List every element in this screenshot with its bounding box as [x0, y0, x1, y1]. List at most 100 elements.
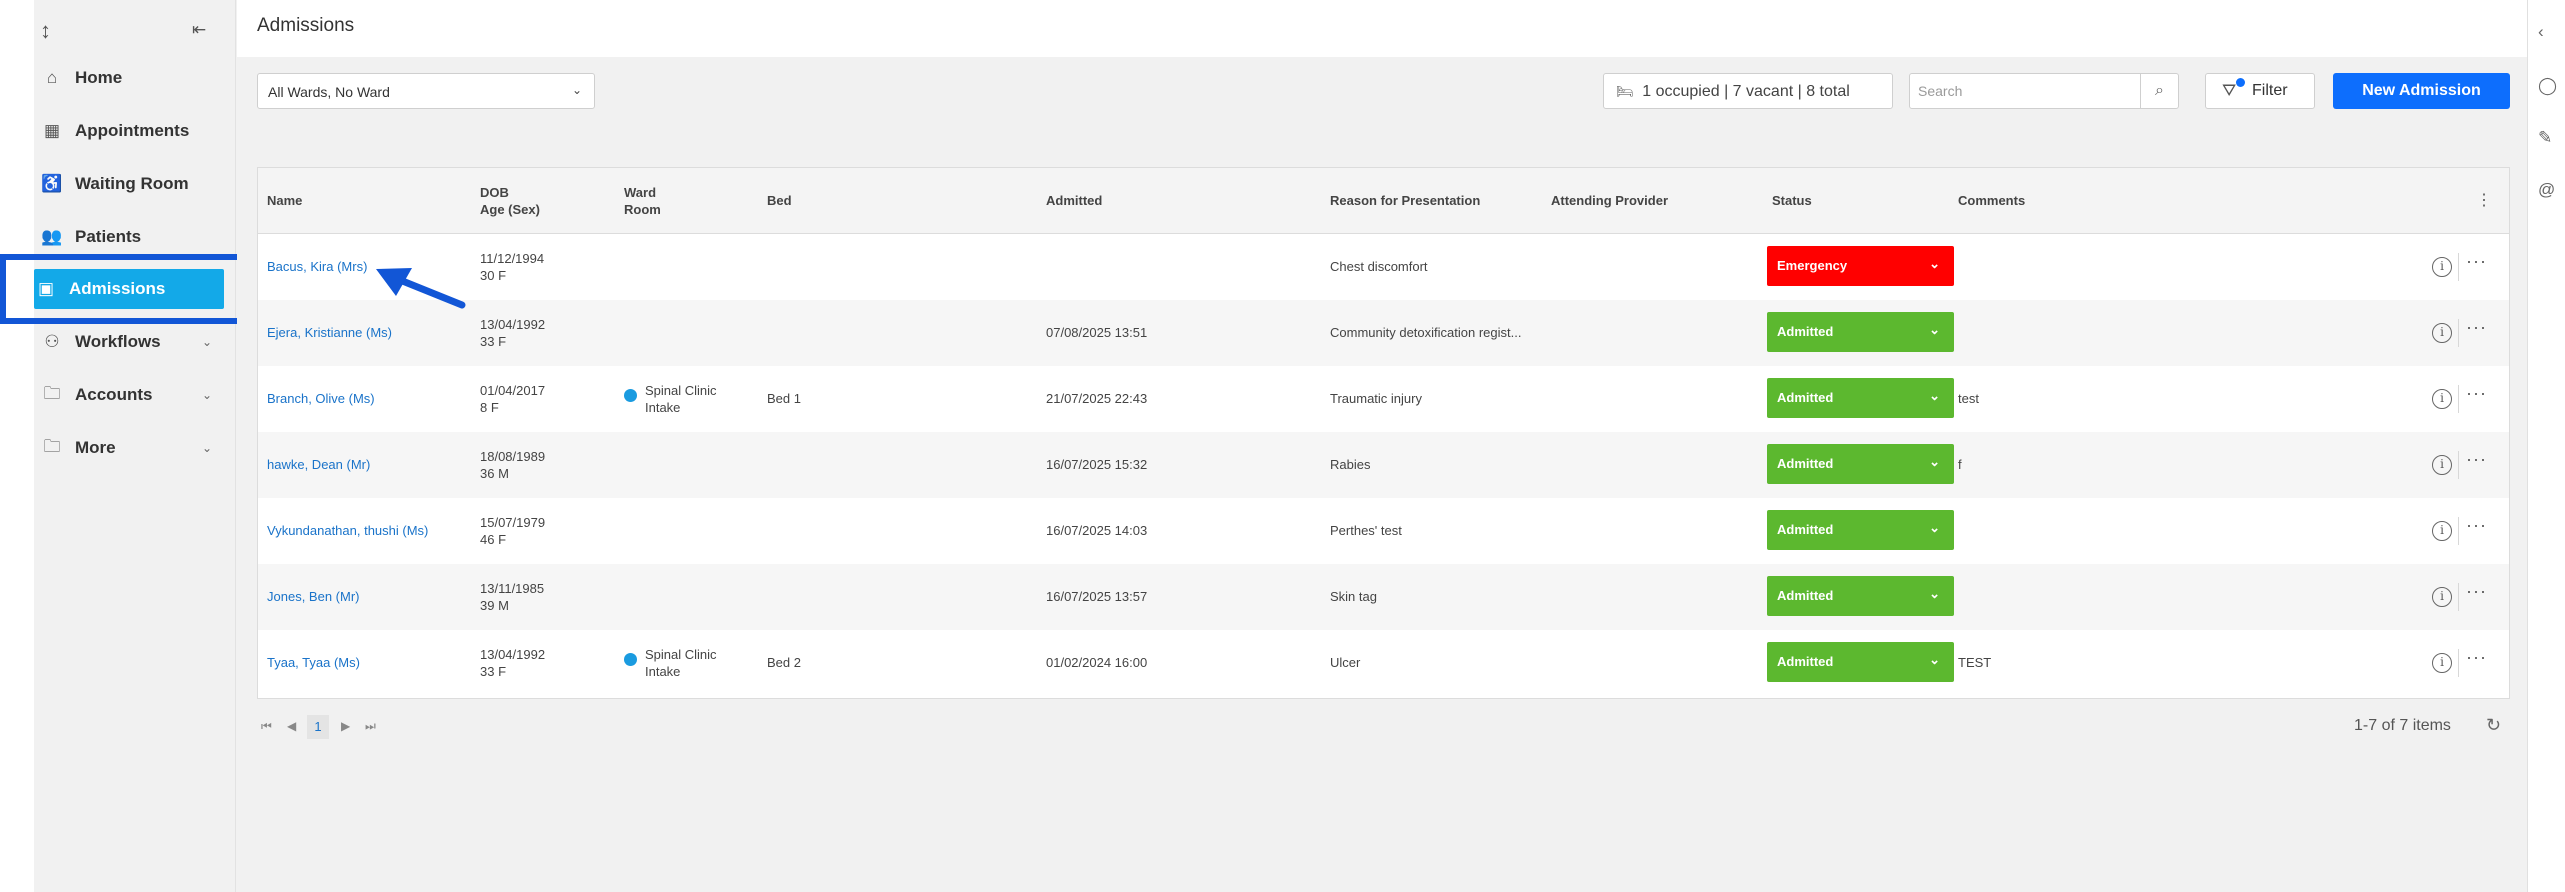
patient-name-link[interactable]: Vykundanathan, thushi (Ms)	[267, 522, 428, 539]
chevron-down-icon: ⌄	[201, 335, 212, 349]
patient-name-link[interactable]: Bacus, Kira (Mrs)	[267, 258, 367, 275]
column-header-comments[interactable]: Comments	[1958, 192, 2025, 209]
info-icon[interactable]: i	[2432, 257, 2452, 277]
column-menu-icon[interactable]: ⋮	[2476, 190, 2492, 210]
more-options-icon[interactable]: ···	[2466, 251, 2487, 272]
more-options-icon[interactable]: ···	[2466, 581, 2487, 602]
column-header-provider[interactable]: Attending Provider	[1551, 192, 1668, 209]
admitted-cell: 16/07/2025 13:57	[1046, 589, 1148, 604]
table-row[interactable]: Tyaa, Tyaa (Ms) 13/04/1992 33 F Spinal C…	[258, 630, 2509, 696]
patient-name-link[interactable]: hawke, Dean (Mr)	[267, 456, 370, 473]
column-header-status[interactable]: Status	[1772, 192, 1812, 209]
dob-cell: 13/11/1985	[480, 581, 545, 596]
left-margin	[0, 0, 34, 892]
sidebar-item-label: Accounts	[75, 385, 153, 404]
patient-name-link[interactable]: Branch, Olive (Ms)	[267, 390, 375, 407]
table-row[interactable]: Ejera, Kristianne (Ms) 13/04/1992 33 F 0…	[258, 300, 2509, 366]
sort-arrows-icon[interactable]: ↕	[40, 18, 51, 44]
pin-icon[interactable]: ✎	[2538, 128, 2552, 148]
column-header-dob[interactable]: DOB	[480, 184, 509, 201]
info-icon[interactable]: i	[2432, 389, 2452, 409]
info-icon[interactable]: i	[2432, 587, 2452, 607]
new-admission-button[interactable]: New Admission	[2333, 73, 2510, 109]
next-page-icon[interactable]: ▶	[341, 719, 350, 733]
sidebar-item-home[interactable]: ⌂ Home	[40, 58, 230, 98]
ward-filter-value: All Wards, No Ward	[268, 84, 390, 100]
chat-icon[interactable]: ◯	[2538, 76, 2557, 96]
sidebar-item-accounts[interactable]: 🗀 Accounts ⌄	[40, 375, 230, 415]
search-icon[interactable]: ⌕	[2140, 74, 2178, 108]
status-dropdown[interactable]: Admitted ⌄	[1767, 642, 1954, 682]
more-options-icon[interactable]: ···	[2466, 515, 2487, 536]
status-label: Emergency	[1777, 258, 1848, 273]
dob-cell: 13/04/1992	[480, 647, 546, 662]
sidebar-item-admissions[interactable]: ▣ Admissions	[34, 269, 224, 309]
table-row[interactable]: Branch, Olive (Ms) 01/04/2017 8 F Spinal…	[258, 366, 2509, 432]
status-dropdown[interactable]: Admitted ⌄	[1767, 510, 1954, 550]
patient-name-link[interactable]: Tyaa, Tyaa (Ms)	[267, 654, 360, 671]
column-header-reason[interactable]: Reason for Presentation	[1330, 192, 1480, 209]
column-header-name[interactable]: Name	[267, 192, 302, 209]
dob-cell: 01/04/2017	[480, 383, 546, 398]
ward-filter-select[interactable]: All Wards, No Ward ⌄	[257, 73, 595, 109]
table-row[interactable]: Bacus, Kira (Mrs) 11/12/1994 30 F Chest …	[258, 234, 2509, 300]
column-header-admitted[interactable]: Admitted	[1046, 192, 1102, 209]
admissions-table: Name DOB Age (Sex) Ward Room Bed Admitte…	[257, 167, 2510, 699]
table-row[interactable]: hawke, Dean (Mr) 18/08/1989 36 M 16/07/2…	[258, 432, 2509, 498]
room-name: Intake	[645, 664, 681, 679]
chevron-left-icon[interactable]: ‹	[2538, 22, 2544, 42]
title-bar: Admissions	[237, 0, 2527, 57]
status-dropdown[interactable]: Admitted ⌄	[1767, 444, 1954, 484]
column-header-room[interactable]: Room	[624, 201, 661, 218]
first-page-icon[interactable]: ⏮	[261, 719, 272, 734]
status-dropdown[interactable]: Admitted ⌄	[1767, 576, 1954, 616]
admitted-cell: 21/07/2025 22:43	[1046, 391, 1148, 406]
sidebar-item-label: Workflows	[75, 332, 161, 351]
last-page-icon[interactable]: ⏭	[365, 719, 376, 734]
filter-button[interactable]: ⛛ Filter	[2205, 73, 2315, 109]
current-page-button[interactable]: 1	[307, 715, 329, 739]
status-dropdown[interactable]: Emergency ⌄	[1767, 246, 1954, 286]
status-dropdown[interactable]: Admitted ⌄	[1767, 378, 1954, 418]
chevron-down-icon: ⌄	[1929, 454, 1940, 469]
column-header-age-sex[interactable]: Age (Sex)	[480, 201, 540, 218]
patient-name-link[interactable]: Ejera, Kristianne (Ms)	[267, 324, 392, 341]
prev-page-icon[interactable]: ◀	[287, 719, 296, 733]
info-icon[interactable]: i	[2432, 455, 2452, 475]
column-header-ward[interactable]: Ward	[624, 184, 656, 201]
more-options-icon[interactable]: ···	[2466, 647, 2487, 668]
refresh-icon[interactable]: ↻	[2486, 715, 2501, 736]
admitted-cell: 07/08/2025 13:51	[1046, 325, 1148, 340]
ward-status-dot	[624, 653, 637, 666]
info-icon[interactable]: i	[2432, 323, 2452, 343]
comments-cell: f	[1958, 457, 1962, 472]
age-sex-cell: 33 F	[480, 334, 507, 349]
sidebar-item-workflows[interactable]: ⚇ Workflows ⌄	[40, 322, 230, 362]
divider	[2458, 253, 2459, 281]
occupancy-text: 1 occupied | 7 vacant | 8 total	[1642, 83, 1850, 100]
sidebar-item-more[interactable]: 🗀 More ⌄	[40, 428, 230, 468]
sidebar: ↕ ⇤ ⌂ Home ▦ Appointments ♿ Waiting Room…	[34, 0, 236, 892]
column-header-bed[interactable]: Bed	[767, 192, 792, 209]
more-options-icon[interactable]: ···	[2466, 317, 2487, 338]
more-options-icon[interactable]: ···	[2466, 449, 2487, 470]
divider	[2458, 583, 2459, 611]
info-icon[interactable]: i	[2432, 653, 2452, 673]
patient-name-link[interactable]: Jones, Ben (Mr)	[267, 588, 359, 605]
chevron-down-icon: ⌄	[1929, 520, 1940, 535]
sidebar-item-patients[interactable]: 👥 Patients	[40, 217, 230, 257]
table-row[interactable]: Vykundanathan, thushi (Ms) 15/07/1979 46…	[258, 498, 2509, 564]
more-options-icon[interactable]: ···	[2466, 383, 2487, 404]
status-dropdown[interactable]: Admitted ⌄	[1767, 312, 1954, 352]
info-icon[interactable]: i	[2432, 521, 2452, 541]
admitted-cell: 16/07/2025 15:32	[1046, 457, 1148, 472]
table-row[interactable]: Jones, Ben (Mr) 13/11/1985 39 M 16/07/20…	[258, 564, 2509, 630]
sidebar-item-waiting-room[interactable]: ♿ Waiting Room	[40, 164, 230, 204]
collapse-sidebar-icon[interactable]: ⇤	[192, 20, 206, 40]
at-icon[interactable]: @	[2538, 180, 2555, 200]
ward-name: Spinal Clinic	[645, 383, 717, 398]
chevron-down-icon: ⌄	[1929, 586, 1940, 601]
search-input[interactable]	[1910, 74, 2150, 108]
sidebar-item-appointments[interactable]: ▦ Appointments	[40, 111, 230, 151]
ward-room-cell: Spinal Clinic Intake	[624, 646, 717, 680]
